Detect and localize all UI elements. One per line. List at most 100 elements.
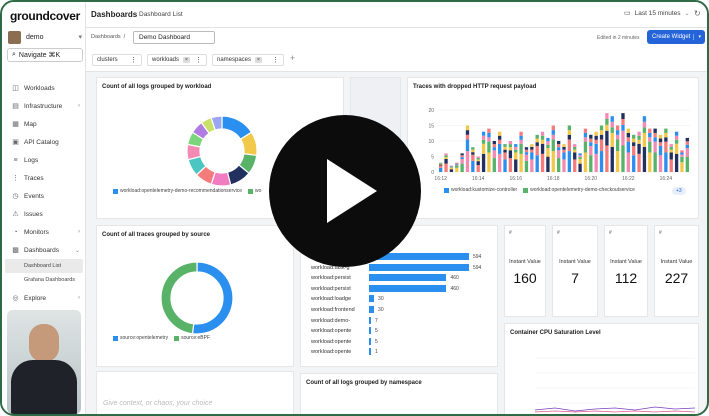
bar-segment xyxy=(492,147,496,151)
bar-segment xyxy=(551,130,555,135)
add-filter-icon[interactable]: + xyxy=(290,53,295,63)
donut-slice xyxy=(191,261,234,335)
bar-segment xyxy=(444,153,448,156)
bar-segment xyxy=(669,146,673,150)
bar-segment xyxy=(492,158,496,172)
bar-segment xyxy=(449,167,454,170)
server-icon: ▤ xyxy=(12,103,19,110)
bar-segment xyxy=(573,149,577,153)
clear-icon[interactable]: × xyxy=(183,57,190,63)
card-menu-icon[interactable]: # xyxy=(509,230,512,236)
bar-segment xyxy=(674,143,679,154)
bar-segment xyxy=(540,131,545,136)
instant-value-label: Instant Value xyxy=(610,259,642,265)
sidebar-item-explore[interactable]: ◎ Explore › xyxy=(2,289,86,307)
bar-segment xyxy=(599,151,604,172)
filter-clusters[interactable]: clusters ⋮ xyxy=(92,54,142,66)
bar-segment xyxy=(632,142,636,146)
bar-segment xyxy=(546,141,550,145)
bar-segment xyxy=(535,138,539,143)
bar-segment xyxy=(567,134,572,140)
refresh-icon[interactable]: ↻ xyxy=(694,9,701,18)
bar-chart: 0510152016:12 16:14 16:16 16:18 16:20 16:22 16… xyxy=(428,108,690,182)
bar-segment xyxy=(439,165,443,168)
more-icon[interactable]: ⋮ xyxy=(195,56,202,64)
card-menu-icon[interactable]: # xyxy=(659,230,662,236)
bar-segment xyxy=(621,113,625,119)
hbar-label: workload:demo- xyxy=(311,317,351,324)
bar-segment xyxy=(556,150,561,159)
legend-swatch xyxy=(523,187,529,193)
breadcrumb-root[interactable]: Dashboards xyxy=(91,34,121,40)
bar-segment xyxy=(449,165,454,167)
bar-segment xyxy=(497,139,502,144)
bar-segment xyxy=(460,153,464,156)
bar-segment xyxy=(514,149,518,153)
legend-label: wo xyxy=(255,188,262,194)
bar-segment xyxy=(685,141,689,145)
bar-segment xyxy=(562,159,566,172)
bar-segment xyxy=(664,128,668,133)
navigate-search[interactable]: ⌕ Navigate ⌘K xyxy=(7,48,83,62)
bar-segment xyxy=(487,141,491,153)
bar-segment xyxy=(669,144,673,147)
bar-segment xyxy=(642,132,647,147)
dashboard-name-input[interactable]: Demo Dashboard xyxy=(133,31,215,44)
chevron-down-icon: ▾ xyxy=(78,34,82,41)
filter-namespaces[interactable]: namespaces × ⋮ xyxy=(212,54,284,66)
more-icon[interactable]: ⋮ xyxy=(130,56,137,64)
sidebar-item-workloads[interactable]: ◫ Workloads xyxy=(2,79,86,97)
bar-segment xyxy=(492,144,496,148)
filter-workloads[interactable]: workloads × ⋮ xyxy=(147,54,207,66)
bar-segment xyxy=(610,121,614,128)
instant-value: 7 xyxy=(571,270,579,286)
sidebar-item-map[interactable]: ▦ Map xyxy=(2,115,86,133)
org-switcher[interactable]: demo ▾ xyxy=(8,29,82,45)
bar-segment xyxy=(551,139,555,152)
widget-text[interactable]: Give context, or chaos, your choice xyxy=(96,371,294,414)
sidebar-item-dashboards[interactable]: ▩ Dashboards ⌄ xyxy=(2,241,86,259)
sidebar-item-label: Map xyxy=(24,120,37,128)
bar-segment xyxy=(497,153,502,172)
sidebar-item-traces[interactable]: ⋮ Traces xyxy=(2,169,86,187)
create-widget-button[interactable]: Create Widget ▾ xyxy=(647,30,705,44)
sidebar-item-logs[interactable]: ≡ Logs xyxy=(2,151,86,169)
sidebar-item-issues[interactable]: ⚠ Issues xyxy=(2,205,86,223)
bar-segment xyxy=(562,144,566,147)
card-menu-icon[interactable]: # xyxy=(557,230,560,236)
bar-segment xyxy=(476,161,480,166)
bar-segment xyxy=(530,152,534,160)
sidebar-item-monitors[interactable]: ◔ Monitors › xyxy=(2,223,86,241)
sidebar-item-label: Monitors xyxy=(24,228,49,236)
chevron-down-icon[interactable]: ▾ xyxy=(693,34,701,40)
search-icon: ⌕ xyxy=(12,51,16,58)
hbar-bar xyxy=(369,274,447,282)
sidebar-subitem-grafana-dashboards[interactable]: Grafana Dashboards xyxy=(2,273,86,287)
sidebar-subitem-dashboard-list[interactable]: Dashboard List xyxy=(5,259,83,273)
sidebar-item-label: API Catalog xyxy=(24,138,59,146)
sidebar-item-api-catalog[interactable]: ▣ API Catalog xyxy=(2,133,86,151)
calendar-icon: ▭ xyxy=(624,10,631,17)
legend-more-badge[interactable]: +3 xyxy=(672,187,686,195)
bar-segment xyxy=(455,162,459,164)
video-play-button[interactable] xyxy=(269,115,421,267)
hbar-label: workload:persist xyxy=(311,285,351,292)
sidebar-item-events[interactable]: ◷ Events xyxy=(2,187,86,205)
bar-segment xyxy=(685,137,689,142)
legend-label: workload:opentelemetry-demo-checkoutserv… xyxy=(530,187,635,193)
bar-segment xyxy=(481,131,486,136)
traces-icon: ⋮ xyxy=(12,175,19,182)
presenter-video xyxy=(7,310,81,414)
card-menu-icon[interactable]: # xyxy=(609,230,612,236)
bar-segment xyxy=(556,144,561,148)
sidebar-item-infrastructure[interactable]: ▤ Infrastructure › xyxy=(2,97,86,115)
time-range-picker[interactable]: ▭ Last 15 minutes ⌄ xyxy=(624,9,690,18)
org-avatar xyxy=(8,30,21,44)
clear-icon[interactable]: × xyxy=(255,57,262,63)
x-tick-label: 16:20 xyxy=(585,176,598,182)
bar-segment xyxy=(449,167,454,168)
bar-segment xyxy=(632,138,636,143)
widget-cpu-saturation: Container CPU Saturation Level xyxy=(504,323,699,414)
more-icon[interactable]: ⋮ xyxy=(272,56,279,64)
tab-dashboard-list[interactable]: Dashboard List xyxy=(139,11,183,18)
